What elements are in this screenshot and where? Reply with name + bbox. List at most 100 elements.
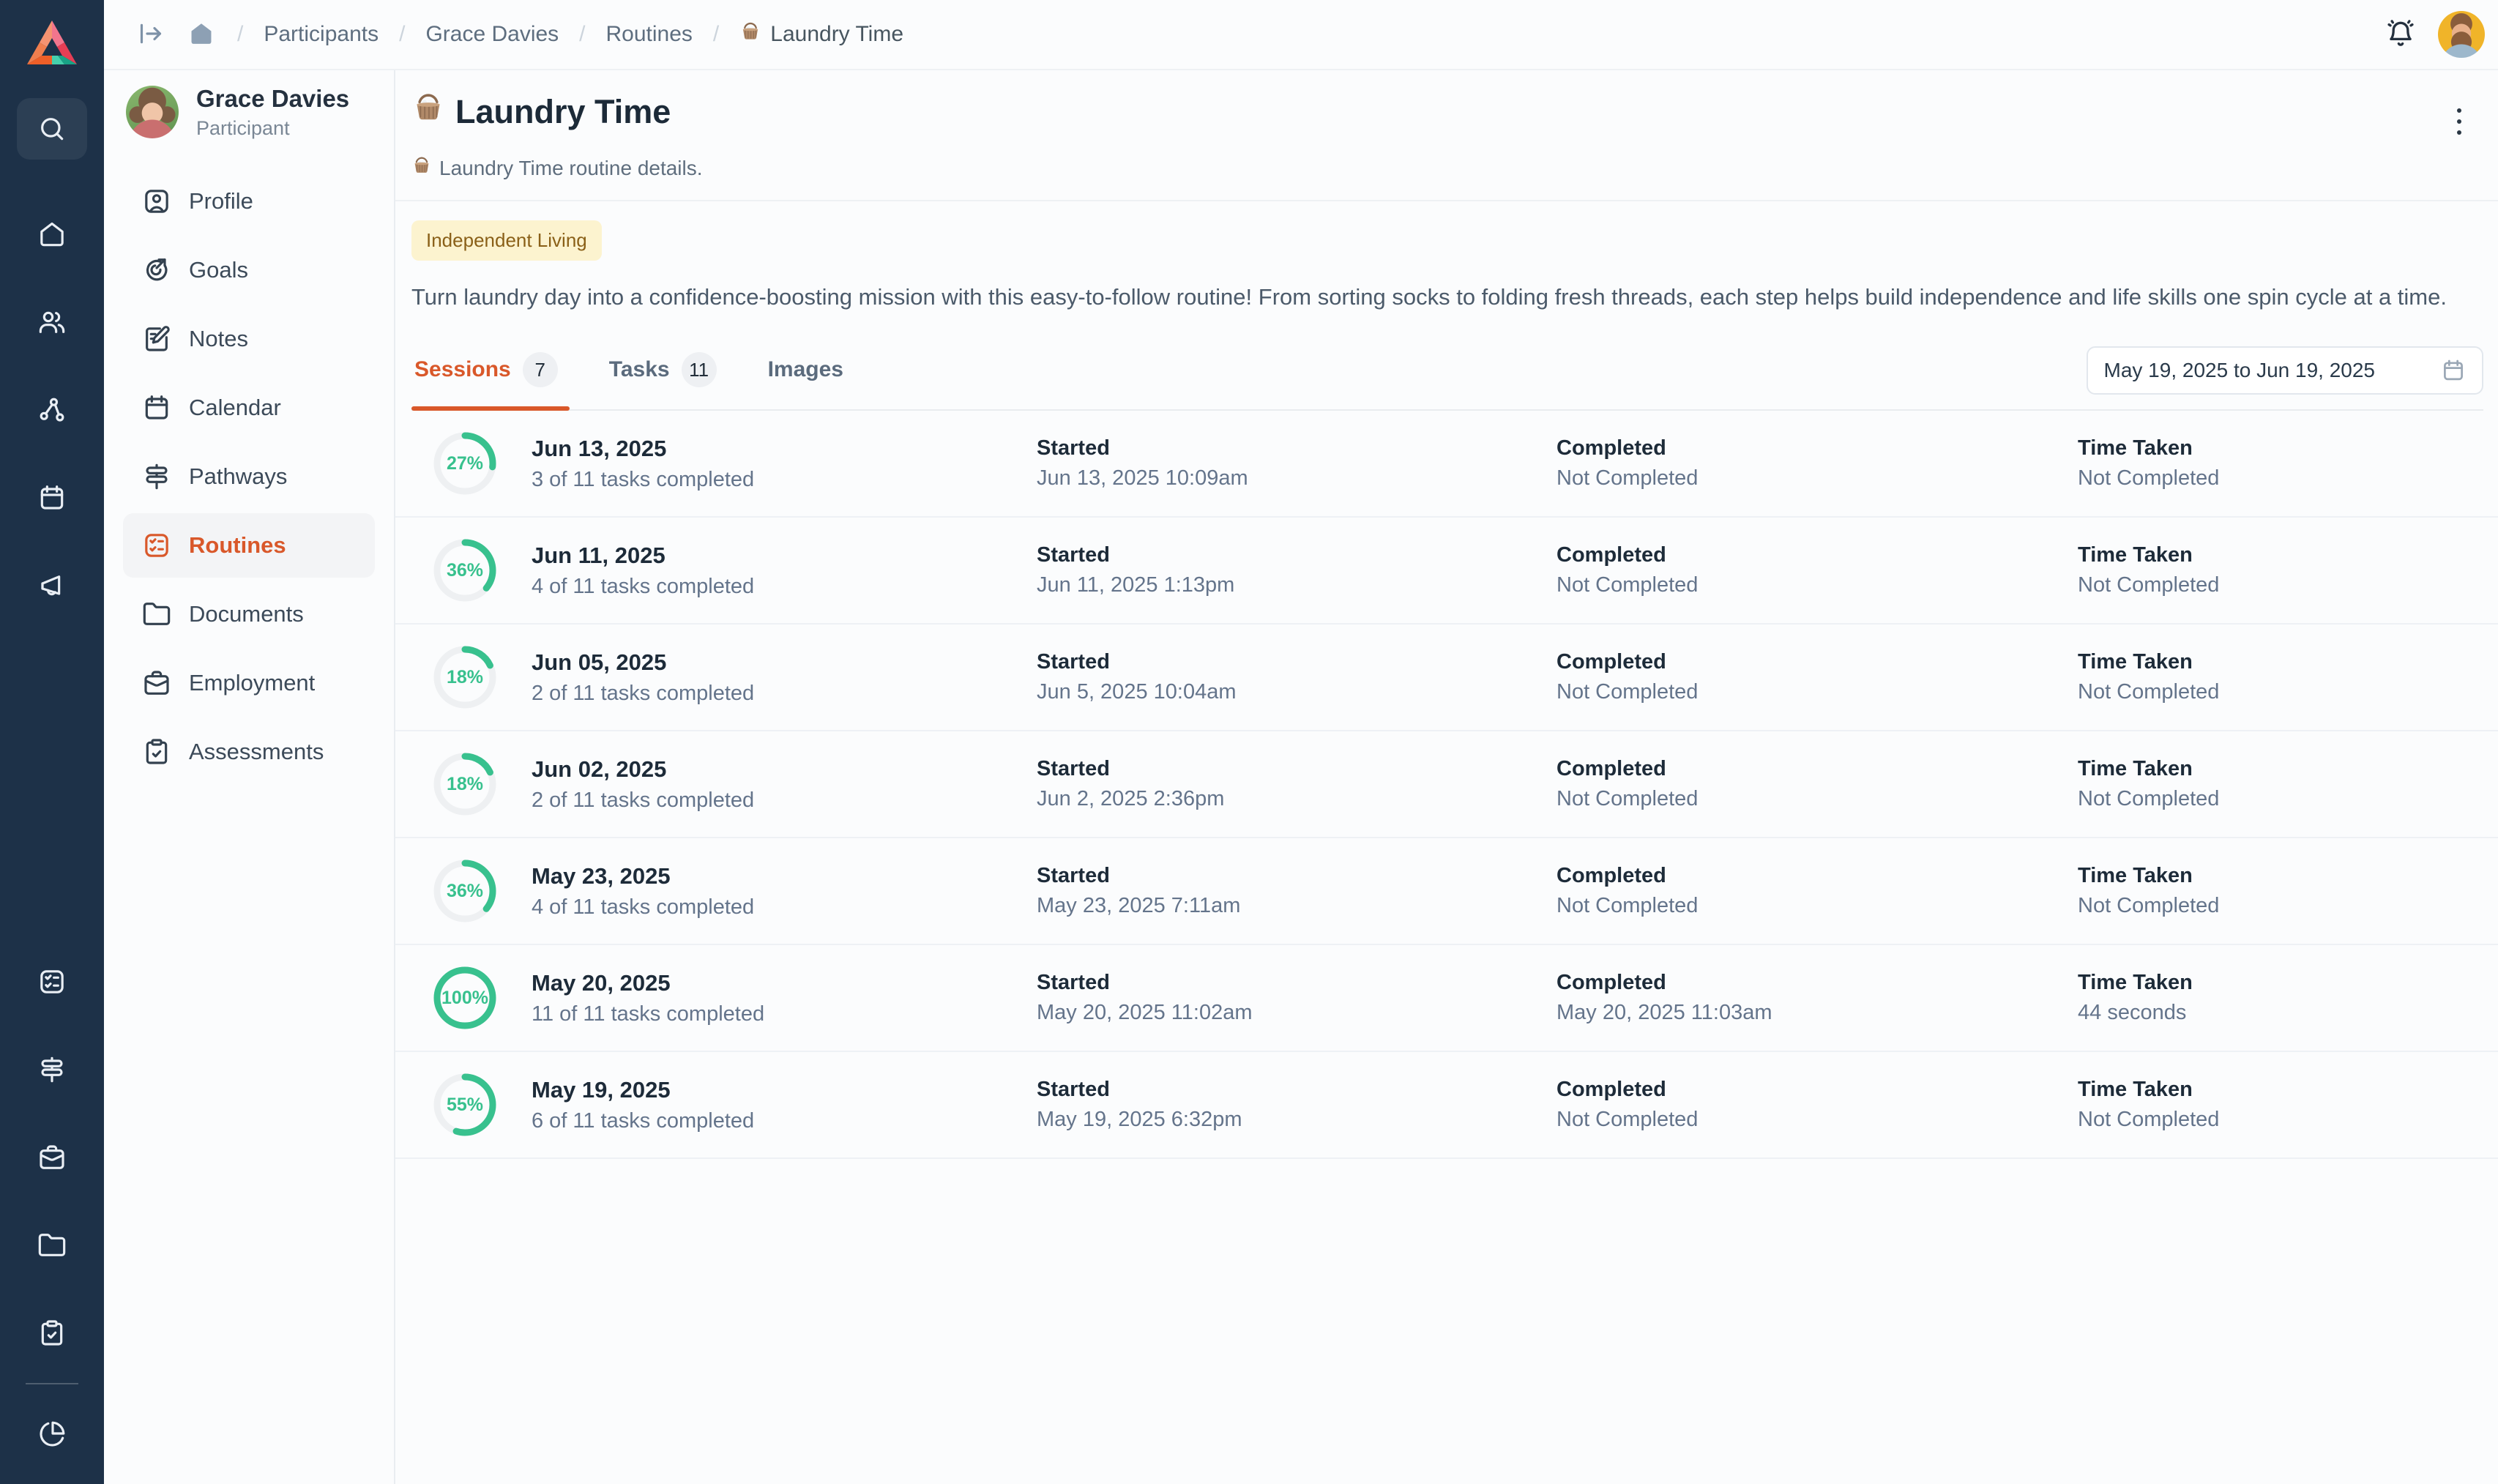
sidebar-item-documents[interactable]: Documents — [123, 582, 375, 646]
sidebar-item-calendar[interactable]: Calendar — [123, 376, 375, 440]
session-row[interactable]: 18%Jun 05, 20252 of 11 tasks completedSt… — [395, 624, 2498, 731]
sidebar-item-assessments[interactable]: Assessments — [123, 720, 375, 784]
calendar-icon — [2441, 358, 2466, 383]
breadcrumb-separator: / — [399, 22, 405, 47]
started-column-label: Started — [1037, 971, 1556, 995]
breadcrumb-separator: / — [237, 22, 243, 47]
sidebar-item-label: Routines — [189, 532, 286, 559]
documents-icon — [142, 600, 171, 629]
page-title: Laundry Time — [411, 91, 671, 133]
session-task-summary: 6 of 11 tasks completed — [532, 1109, 1037, 1133]
participants-rail-button[interactable] — [17, 291, 87, 353]
time-taken-value: Not Completed — [2078, 573, 2469, 597]
session-row[interactable]: 36%May 23, 20254 of 11 tasks completedSt… — [395, 838, 2498, 945]
date-range-picker[interactable]: May 19, 2025 to Jun 19, 2025 — [2087, 346, 2484, 395]
completed-column-label: Completed — [1556, 864, 2078, 888]
participant-card: Grace Davies Participant — [123, 85, 375, 169]
breadcrumb-item[interactable]: Grace Davies — [425, 22, 559, 47]
assessments-rail-button[interactable] — [17, 1302, 87, 1364]
reports-icon — [37, 1420, 67, 1449]
sidebar-item-label: Pathways — [189, 463, 287, 490]
network-icon — [37, 395, 67, 425]
completed-column-label: Completed — [1556, 543, 2078, 567]
time-taken-value: Not Completed — [2078, 466, 2469, 491]
completed-value: Not Completed — [1556, 466, 2078, 491]
sidebar-item-notes[interactable]: Notes — [123, 307, 375, 371]
bell-icon — [2385, 18, 2416, 51]
tab-sessions[interactable]: Sessions7 — [411, 342, 577, 409]
user-avatar[interactable] — [2438, 11, 2485, 58]
session-row[interactable]: 100%May 20, 202511 of 11 tasks completed… — [395, 945, 2498, 1052]
tab-images[interactable]: Images — [765, 342, 862, 409]
time-taken-value: Not Completed — [2078, 894, 2469, 918]
sidebar-item-employment[interactable]: Employment — [123, 651, 375, 715]
main-content: Laundry Time Laundry Time routine detail… — [395, 70, 2498, 1484]
tab-tasks[interactable]: Tasks11 — [606, 342, 736, 409]
laundry-basket-icon — [411, 155, 432, 181]
completed-value: Not Completed — [1556, 894, 2078, 918]
search-button[interactable] — [17, 98, 87, 160]
more-options-button[interactable] — [2450, 98, 2469, 145]
calendar-rail-button[interactable] — [17, 467, 87, 529]
session-row[interactable]: 36%Jun 11, 20254 of 11 tasks completedSt… — [395, 518, 2498, 624]
breadcrumb-item[interactable]: Routines — [606, 22, 693, 47]
sidebar-item-routines[interactable]: Routines — [123, 513, 375, 578]
assessments-icon — [37, 1319, 67, 1348]
session-date: Jun 11, 2025 — [532, 542, 1037, 569]
rail-divider — [26, 1383, 78, 1384]
routines-rail-button[interactable] — [17, 951, 87, 1013]
sessions-list: 27% Jun 13, 2025 3 of 11 tasks completed St… — [395, 411, 2498, 1159]
session-progress-ring: 18% — [433, 646, 496, 709]
notifications-button[interactable] — [2385, 18, 2416, 51]
session-date: May 23, 2025 — [532, 863, 1037, 890]
session-row[interactable]: 18%Jun 02, 20252 of 11 tasks completedSt… — [395, 731, 2498, 838]
completed-column-label: Completed — [1556, 971, 2078, 995]
completed-column-label: Completed — [1556, 436, 2078, 461]
laundry-basket-icon — [411, 91, 445, 133]
sidebar-collapse-button[interactable] — [136, 19, 165, 51]
started-column-label: Started — [1037, 757, 1556, 781]
tabs-bar: Sessions7 Tasks11 Images May 19, 2025 to J… — [411, 342, 2483, 411]
session-date: May 20, 2025 — [532, 970, 1037, 996]
home-rail-button[interactable] — [17, 204, 87, 265]
session-row[interactable]: 27%Jun 13, 20253 of 11 tasks completedSt… — [395, 411, 2498, 518]
sidebar-item-profile[interactable]: Profile — [123, 169, 375, 234]
session-task-summary: 4 of 11 tasks completed — [532, 895, 1037, 920]
signpost-rail-button[interactable] — [17, 1039, 87, 1100]
completed-value: Not Completed — [1556, 573, 2078, 597]
completed-column-label: Completed — [1556, 650, 2078, 674]
employment-icon — [37, 1143, 67, 1172]
started-value: May 19, 2025 6:32pm — [1037, 1108, 1556, 1132]
breadcrumb-item[interactable]: Laundry Time — [739, 20, 903, 48]
date-range-value: May 19, 2025 to Jun 19, 2025 — [2104, 359, 2376, 382]
time-taken-column-label: Time Taken — [2078, 436, 2469, 461]
documents-rail-button[interactable] — [17, 1215, 87, 1276]
session-row[interactable]: 55%May 19, 20256 of 11 tasks completedSt… — [395, 1052, 2498, 1159]
routines-icon — [142, 531, 171, 560]
session-progress-ring: 36% — [433, 539, 496, 602]
session-progress-ring: 18% — [433, 753, 496, 816]
session-progress-label: 18% — [433, 753, 496, 816]
time-taken-column-label: Time Taken — [2078, 971, 2469, 995]
announcements-rail-button[interactable] — [17, 555, 87, 616]
time-taken-value: Not Completed — [2078, 1108, 2469, 1132]
breadcrumb-home-button[interactable] — [187, 20, 215, 50]
sidebar-item-label: Employment — [189, 670, 315, 696]
employment-rail-button[interactable] — [17, 1127, 87, 1188]
notes-icon — [142, 324, 171, 354]
sidebar-item-label: Profile — [189, 188, 253, 215]
tab-label: Sessions — [414, 357, 511, 382]
session-task-summary: 2 of 11 tasks completed — [532, 788, 1037, 813]
reports-rail-button[interactable] — [17, 1403, 87, 1465]
sidebar-item-goals[interactable]: Goals — [123, 238, 375, 302]
session-task-summary: 2 of 11 tasks completed — [532, 682, 1037, 706]
breadcrumb-item[interactable]: Participants — [264, 22, 379, 47]
session-task-summary: 3 of 11 tasks completed — [532, 468, 1037, 492]
session-date: Jun 13, 2025 — [532, 436, 1037, 462]
network-rail-button[interactable] — [17, 379, 87, 441]
session-progress-ring: 27% — [433, 432, 496, 495]
time-taken-column-label: Time Taken — [2078, 1078, 2469, 1102]
participants-icon — [37, 307, 67, 337]
session-progress-ring: 55% — [433, 1073, 496, 1136]
sidebar-item-pathways[interactable]: Pathways — [123, 444, 375, 509]
